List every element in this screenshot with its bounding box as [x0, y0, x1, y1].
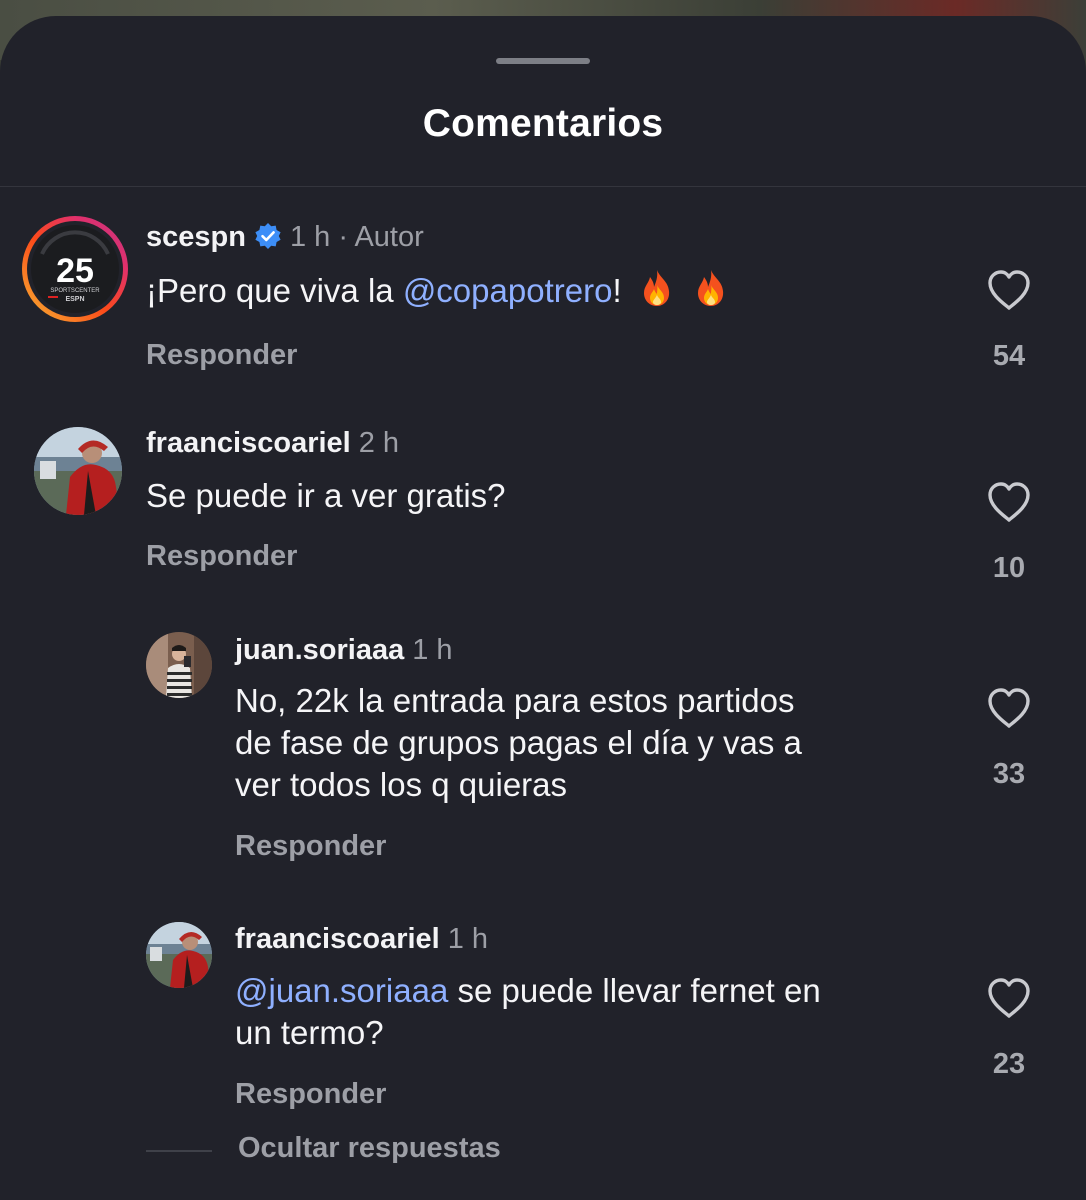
avatar[interactable]	[146, 922, 212, 988]
verified-badge-icon	[254, 222, 282, 259]
reply-button[interactable]: Responder	[146, 540, 297, 573]
comment-text-line: @juan.soriaaa se puede llevar fernet en	[235, 970, 821, 1012]
avatar[interactable]	[34, 427, 122, 515]
sportscenter-logo-icon: 25 SPORTSCENTER ESPN	[22, 216, 128, 322]
like-count: 54	[992, 340, 1026, 372]
comment-header: fraanciscoariel 2 h	[146, 425, 399, 461]
comment-username[interactable]: fraanciscoariel	[235, 923, 440, 955]
svg-text:25: 25	[56, 252, 94, 290]
user-photo-icon	[34, 427, 122, 515]
avatar[interactable]	[146, 632, 212, 698]
comment-text-line: ver todos los q quieras	[235, 766, 568, 803]
comment-text-part: se puede llevar fernet en	[448, 972, 821, 1009]
comment-text-line: de fase de grupos pagas el día y vas a	[235, 724, 802, 761]
heart-icon	[988, 482, 1030, 522]
reply-button[interactable]: Responder	[235, 1078, 386, 1111]
like-button[interactable]	[986, 686, 1032, 730]
comment-time: 1 h	[447, 923, 489, 955]
comment-header: scespn 1 h · Autor	[146, 219, 424, 259]
fire-emoji-icon	[692, 268, 730, 318]
comment-time: 1 h	[289, 221, 331, 253]
comment-username[interactable]: juan.soriaaa	[235, 634, 404, 666]
like-button[interactable]	[986, 976, 1032, 1020]
comment-text: ¡Pero que viva la @copapotrero!	[146, 268, 730, 318]
like-button[interactable]	[986, 268, 1032, 312]
comment-header: fraanciscoariel 1 h	[235, 921, 488, 957]
fire-emoji-icon	[638, 268, 676, 318]
comment-text: Se puede ir a ver gratis?	[146, 477, 506, 514]
avatar[interactable]: 25 SPORTSCENTER ESPN	[20, 214, 130, 324]
comment-header: juan.soriaaa 1 h	[235, 632, 453, 668]
comment-username[interactable]: fraanciscoariel	[146, 427, 351, 459]
comment-text-part: ¡Pero que viva la	[146, 272, 403, 309]
comment-text-line: No, 22k la entrada para estos partidos	[235, 682, 795, 719]
like-count: 23	[992, 1048, 1026, 1080]
hide-replies-button[interactable]: Ocultar respuestas	[238, 1132, 501, 1165]
heart-icon	[988, 270, 1030, 310]
mention-link[interactable]: @copapotrero	[403, 272, 613, 309]
sheet-title: Comentarios	[422, 102, 664, 145]
heart-icon	[988, 688, 1030, 728]
heart-icon	[988, 978, 1030, 1018]
comment-text-part: !	[612, 272, 622, 309]
like-button[interactable]	[986, 480, 1032, 524]
reply-button[interactable]: Responder	[146, 339, 297, 372]
comment-time: 2 h	[358, 427, 400, 459]
comment-time: 1 h	[412, 634, 453, 666]
comment-text: No, 22k la entrada para estos partidos d…	[235, 680, 802, 806]
comment-username[interactable]: scespn	[146, 221, 246, 253]
sheet-drag-handle[interactable]	[496, 58, 590, 64]
header-divider	[0, 186, 1086, 187]
reply-button[interactable]: Responder	[235, 830, 386, 863]
mention-link[interactable]: @juan.soriaaa	[235, 972, 448, 1009]
author-tag: · Autor	[338, 221, 424, 253]
hide-replies-line	[146, 1150, 212, 1152]
like-count: 10	[992, 552, 1026, 584]
comment-text-line: un termo?	[235, 1014, 384, 1051]
comment-text: @juan.soriaaa se puede llevar fernet en …	[235, 970, 821, 1054]
svg-text:ESPN: ESPN	[65, 296, 84, 303]
svg-text:SPORTSCENTER: SPORTSCENTER	[50, 288, 100, 294]
user-photo-icon	[146, 922, 212, 988]
user-photo-icon	[146, 632, 212, 698]
like-count: 33	[992, 758, 1026, 790]
